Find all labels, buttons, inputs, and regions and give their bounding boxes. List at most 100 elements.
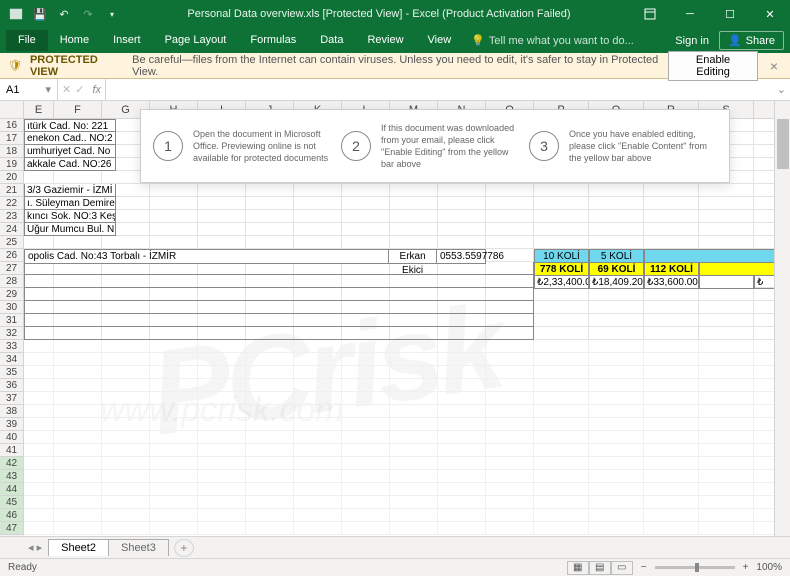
cell[interactable] (438, 366, 486, 379)
cell[interactable] (644, 353, 699, 366)
address-cell[interactable]: kıncı Sok. NO:3 Keş (24, 210, 116, 223)
cell[interactable] (486, 392, 534, 405)
cell[interactable] (699, 327, 754, 340)
cell[interactable] (390, 223, 438, 236)
cell[interactable] (534, 496, 589, 509)
col-header-F[interactable]: F (54, 101, 102, 118)
cell[interactable] (24, 392, 54, 405)
cell[interactable] (699, 431, 754, 444)
cell[interactable] (589, 210, 644, 223)
cell[interactable] (150, 496, 198, 509)
cell[interactable] (644, 496, 699, 509)
cell[interactable] (644, 431, 699, 444)
cell[interactable] (102, 379, 150, 392)
cell[interactable] (534, 509, 589, 522)
cell[interactable] (294, 197, 342, 210)
row-header-33[interactable]: 33 (0, 340, 24, 353)
cell[interactable] (534, 522, 589, 535)
money-cell[interactable]: ₺2,33,400.00 (534, 275, 589, 289)
cell[interactable] (54, 457, 102, 470)
cell[interactable] (102, 366, 150, 379)
cell[interactable] (644, 314, 699, 327)
cell[interactable] (390, 483, 438, 496)
row-header-29[interactable]: 29 (0, 288, 24, 301)
cell[interactable] (342, 496, 390, 509)
qat-dropdown-icon[interactable]: ▾ (104, 6, 120, 22)
cell[interactable] (699, 470, 754, 483)
cell[interactable] (150, 431, 198, 444)
row-header-37[interactable]: 37 (0, 392, 24, 405)
cell[interactable] (699, 340, 754, 353)
cell[interactable] (699, 223, 754, 236)
cell[interactable] (198, 392, 246, 405)
cell[interactable] (589, 405, 644, 418)
cell[interactable] (644, 301, 699, 314)
cell[interactable] (699, 314, 754, 327)
cell[interactable] (246, 340, 294, 353)
cell[interactable] (438, 444, 486, 457)
cell[interactable] (102, 496, 150, 509)
cell[interactable] (150, 379, 198, 392)
cell[interactable] (438, 210, 486, 223)
cell[interactable] (644, 483, 699, 496)
tab-page-layout[interactable]: Page Layout (153, 30, 239, 51)
cell[interactable] (54, 431, 102, 444)
cell[interactable] (54, 509, 102, 522)
cell[interactable] (102, 236, 150, 249)
cell[interactable] (150, 418, 198, 431)
cell[interactable] (150, 483, 198, 496)
cell[interactable] (644, 197, 699, 210)
cell[interactable] (589, 327, 644, 340)
tell-me[interactable]: 💡Tell me what you want to do... (463, 30, 642, 51)
row-header-43[interactable]: 43 (0, 470, 24, 483)
cell[interactable] (246, 483, 294, 496)
cell[interactable] (246, 392, 294, 405)
cell[interactable] (589, 509, 644, 522)
row-header-17[interactable]: 17 (0, 132, 24, 145)
cell[interactable] (486, 236, 534, 249)
row-header-27[interactable]: 27 (0, 262, 24, 275)
cell[interactable] (390, 366, 438, 379)
cell[interactable] (24, 483, 54, 496)
cell[interactable] (534, 379, 589, 392)
cell[interactable] (589, 340, 644, 353)
row-header-36[interactable]: 36 (0, 379, 24, 392)
cell[interactable] (150, 470, 198, 483)
cell[interactable] (589, 444, 644, 457)
cell[interactable] (294, 483, 342, 496)
cell[interactable] (438, 483, 486, 496)
cell[interactable] (150, 340, 198, 353)
cell[interactable] (246, 496, 294, 509)
vertical-scrollbar[interactable] (774, 101, 790, 544)
cell[interactable] (589, 223, 644, 236)
undo-icon[interactable]: ↶ (56, 6, 72, 22)
cell[interactable] (150, 353, 198, 366)
cell[interactable] (150, 223, 198, 236)
address-cell[interactable]: ıtürk Cad. No: 221 (24, 119, 116, 132)
cell[interactable] (198, 431, 246, 444)
cell[interactable] (486, 522, 534, 535)
cell[interactable] (342, 236, 390, 249)
cell[interactable] (294, 210, 342, 223)
cell[interactable] (150, 184, 198, 197)
cell[interactable] (534, 314, 589, 327)
cell[interactable] (24, 509, 54, 522)
cell[interactable] (342, 210, 390, 223)
cell[interactable] (102, 509, 150, 522)
row-header-35[interactable]: 35 (0, 366, 24, 379)
row-header-45[interactable]: 45 (0, 496, 24, 509)
row-header-34[interactable]: 34 (0, 353, 24, 366)
cell[interactable] (294, 353, 342, 366)
cell[interactable] (294, 509, 342, 522)
money-cell[interactable]: ₺33,600.00 (644, 275, 699, 289)
cell[interactable] (438, 457, 486, 470)
new-sheet-button[interactable]: + (174, 539, 194, 557)
cell[interactable] (24, 496, 54, 509)
cell[interactable] (342, 197, 390, 210)
cell[interactable] (198, 457, 246, 470)
cell[interactable] (534, 353, 589, 366)
cell[interactable] (390, 210, 438, 223)
cell[interactable] (294, 522, 342, 535)
cell[interactable] (644, 366, 699, 379)
enable-editing-button[interactable]: Enable Editing (668, 51, 758, 81)
